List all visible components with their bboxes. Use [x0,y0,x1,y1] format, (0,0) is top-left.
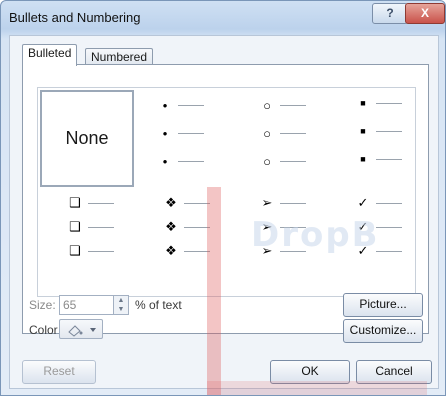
bullets-numbering-dialog: Bullets and Numbering ? X Bulleted Numbe… [0,0,446,396]
bullet-option-arrow-3[interactable]: ➢ [258,243,306,259]
paint-bucket-icon [68,325,96,337]
customize-button[interactable]: Customize... [343,319,423,343]
bullet-option-dot-2[interactable]: • [156,126,204,141]
arrowhead-bullet-icon: ➢ [261,243,273,258]
tab-bulleted-label: Bulleted [28,46,72,60]
filled-square-bullet-icon: ■ [360,154,366,164]
reset-button[interactable]: Reset [22,360,96,384]
bullet-option-dot-3[interactable]: • [156,154,204,169]
bullet-style-gallery: None • • • ○ ○ ○ ■ ■ ■ ❑ ❑ ❑ ❖ ❖ ❖ ➢ ➢ ➢… [37,87,416,297]
bullet-option-square-1[interactable]: ■ [354,98,402,108]
bullet-option-box-1[interactable]: ❑ [66,195,114,211]
picture-button[interactable]: Picture... [343,293,423,317]
bullet-option-check-2[interactable]: ✓ [354,219,402,235]
size-spinner[interactable]: 65 ▲ ▼ [59,295,129,315]
dialog-body: Bulleted Numbered None • • • ○ ○ ○ ■ ■ ■… [9,35,439,389]
bullet-option-diamond-1[interactable]: ❖ [162,195,210,211]
help-button[interactable]: ? [372,3,408,24]
four-diamond-bullet-icon: ❖ [165,219,177,234]
bullet-option-check-3[interactable]: ✓ [354,243,402,259]
color-picker-button[interactable] [59,319,103,339]
hollow-circle-bullet-icon: ○ [263,154,271,169]
dot-bullet-icon: • [162,154,168,169]
bullet-option-box-2[interactable]: ❑ [66,219,114,235]
filled-square-bullet-icon: ■ [360,98,366,108]
hollow-square-bullet-icon: ❑ [69,195,81,210]
dialog-title: Bullets and Numbering [9,10,141,25]
arrowhead-bullet-icon: ➢ [261,195,273,210]
title-bar: Bullets and Numbering ? X [1,1,445,35]
hollow-square-bullet-icon: ❑ [69,219,81,234]
checkmark-bullet-icon: ✓ [357,219,369,234]
tab-numbered[interactable]: Numbered [85,48,154,65]
checkmark-bullet-icon: ✓ [357,195,369,210]
filled-square-bullet-icon: ■ [360,126,366,136]
size-spin-buttons[interactable]: ▲ ▼ [113,296,128,314]
bullet-option-arrow-2[interactable]: ➢ [258,219,306,235]
size-suffix: % of text [135,298,182,312]
hollow-square-bullet-icon: ❑ [69,243,81,258]
bullet-option-check-1[interactable]: ✓ [354,195,402,211]
bullet-option-square-3[interactable]: ■ [354,154,402,164]
four-diamond-bullet-icon: ❖ [165,195,177,210]
bullet-option-circle-1[interactable]: ○ [258,98,306,113]
dot-bullet-icon: • [162,98,168,113]
bullet-option-circle-3[interactable]: ○ [258,154,306,169]
bullet-option-diamond-3[interactable]: ❖ [162,243,210,259]
hollow-circle-bullet-icon: ○ [263,126,271,141]
size-value: 65 [63,298,77,312]
tab-bulleted[interactable]: Bulleted [22,44,78,66]
tab-numbered-label: Numbered [91,50,148,64]
bullet-option-arrow-1[interactable]: ➢ [258,195,306,211]
bullet-option-diamond-2[interactable]: ❖ [162,219,210,235]
cancel-button[interactable]: Cancel [356,360,432,384]
bulleted-panel: None • • • ○ ○ ○ ■ ■ ■ ❑ ❑ ❑ ❖ ❖ ❖ ➢ ➢ ➢… [22,64,429,343]
bullet-option-box-3[interactable]: ❑ [66,243,114,259]
size-label: Size: [29,298,56,312]
bullet-option-none[interactable]: None [40,90,134,187]
hollow-circle-bullet-icon: ○ [263,98,271,113]
arrowhead-bullet-icon: ➢ [261,219,273,234]
checkmark-bullet-icon: ✓ [357,243,369,258]
dot-bullet-icon: • [162,126,168,141]
bullet-option-dot-1[interactable]: • [156,98,204,113]
bullet-none-label: None [65,128,109,148]
spin-up-icon[interactable]: ▲ [114,296,128,305]
bullet-option-square-2[interactable]: ■ [354,126,402,136]
bullet-option-circle-2[interactable]: ○ [258,126,306,141]
ok-button[interactable]: OK [270,360,350,384]
spin-down-icon[interactable]: ▼ [114,305,128,314]
four-diamond-bullet-icon: ❖ [165,243,177,258]
close-button[interactable]: X [405,3,445,24]
color-label: Color [29,323,58,337]
